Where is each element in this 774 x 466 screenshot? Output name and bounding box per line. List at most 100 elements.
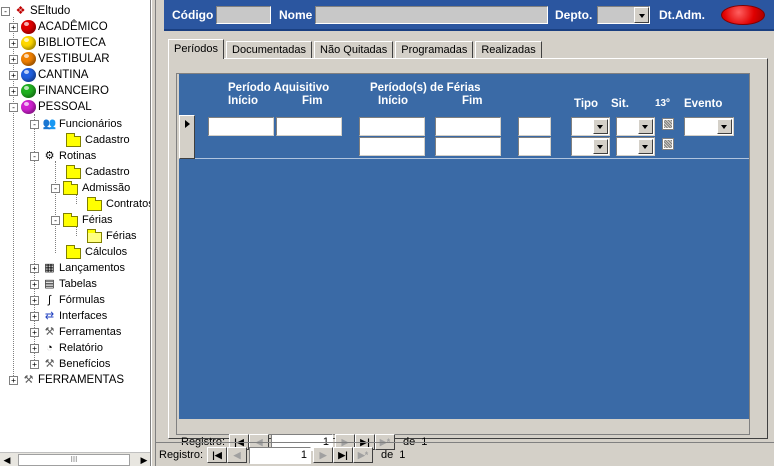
horizontal-scrollbar[interactable]: ◀ III ▶ bbox=[0, 452, 150, 466]
codigo-field[interactable] bbox=[216, 6, 271, 24]
tree-item-label: Benefícios bbox=[59, 358, 111, 370]
tree-item-label: ACADÊMICO bbox=[38, 21, 108, 33]
nome-field[interactable] bbox=[315, 6, 548, 24]
decimo-checkbox-2[interactable] bbox=[662, 138, 674, 150]
tab-programadas[interactable]: Programadas bbox=[395, 41, 474, 59]
scroll-track[interactable]: III bbox=[14, 453, 137, 466]
collapse-icon[interactable]: - bbox=[1, 6, 10, 16]
sit-combo-1[interactable] bbox=[616, 117, 655, 136]
tree-item-lancamentos[interactable]: + ▦ Lançamentos bbox=[30, 260, 125, 276]
tab-nao-quitadas[interactable]: Não Quitadas bbox=[314, 41, 394, 59]
record-selector[interactable] bbox=[179, 115, 195, 159]
report-icon: ◔ bbox=[46, 341, 53, 354]
expand-icon[interactable]: + bbox=[30, 295, 39, 305]
tree-item-label: VESTIBULAR bbox=[38, 53, 110, 65]
tree-item-label: FERRAMENTAS bbox=[38, 374, 125, 386]
tree-item-calculos[interactable]: Cálculos bbox=[66, 244, 127, 260]
header-periodo-aquisitivo: Período Aquisitivo bbox=[228, 82, 330, 94]
expand-icon[interactable]: + bbox=[9, 375, 18, 385]
tipo-combo-2[interactable] bbox=[571, 137, 610, 156]
employee-header: Código Nome Depto. Dt.Adm. bbox=[164, 0, 774, 31]
header-evento: Evento bbox=[684, 98, 723, 110]
tree-item-biblioteca[interactable]: + BIBLIOTECA bbox=[9, 35, 106, 51]
expand-icon[interactable]: + bbox=[9, 22, 18, 32]
current-record-field[interactable]: 1 bbox=[249, 446, 312, 464]
tree-item-admissao[interactable]: - Admissão bbox=[51, 180, 130, 196]
tree-item-vestibular[interactable]: + VESTIBULAR bbox=[9, 51, 110, 67]
scroll-thumb[interactable]: III bbox=[18, 453, 130, 466]
scroll-right-icon[interactable]: ▶ bbox=[137, 453, 150, 466]
tree-item-rotinas-cadastro[interactable]: Cadastro bbox=[66, 164, 130, 180]
navigation-tree[interactable]: - ❖ SEltudo + ACADÊMICO + BIBLIOTECA + V… bbox=[0, 0, 151, 466]
last-record-button[interactable]: ▶| bbox=[333, 447, 354, 463]
tree-item-ferias[interactable]: - Férias bbox=[51, 212, 113, 228]
chevron-down-icon[interactable] bbox=[634, 7, 649, 23]
expand-icon[interactable]: + bbox=[9, 38, 18, 48]
expand-icon[interactable]: + bbox=[30, 327, 39, 337]
tab-periodos[interactable]: Períodos bbox=[168, 39, 225, 59]
chevron-down-icon[interactable] bbox=[593, 119, 608, 134]
tree-item-academico[interactable]: + ACADÊMICO bbox=[9, 19, 108, 35]
collapse-icon[interactable]: - bbox=[30, 151, 39, 161]
tree-item-funcionarios-cadastro[interactable]: Cadastro bbox=[66, 132, 130, 148]
employees-icon: 👥 bbox=[42, 117, 57, 130]
next-record-button[interactable]: ▶ bbox=[313, 447, 334, 463]
dias-input-2[interactable] bbox=[518, 137, 551, 156]
decimo-checkbox-1[interactable] bbox=[662, 118, 674, 130]
first-record-button[interactable]: |◀ bbox=[207, 447, 228, 463]
depto-combo[interactable] bbox=[597, 6, 650, 24]
inicio-ferias-input-1[interactable] bbox=[359, 117, 425, 136]
tree-item-formulas[interactable]: + ∫ Fórmulas bbox=[30, 292, 105, 308]
prev-record-button[interactable]: ◀ bbox=[227, 447, 248, 463]
tree-root[interactable]: - ❖ SEltudo bbox=[1, 3, 70, 19]
tree-item-financeiro[interactable]: + FINANCEIRO bbox=[9, 83, 109, 99]
tree-item-funcionarios[interactable]: - 👥 Funcionários bbox=[30, 116, 122, 132]
evento-combo[interactable] bbox=[684, 117, 734, 136]
expand-icon[interactable]: + bbox=[30, 311, 39, 321]
chevron-down-icon[interactable] bbox=[638, 119, 653, 134]
of-label: de bbox=[381, 449, 394, 461]
tree-item-beneficios[interactable]: + ⚒ Benefícios bbox=[30, 356, 110, 372]
tree-item-pessoal[interactable]: - PESSOAL bbox=[9, 99, 92, 115]
benefits-icon: ⚒ bbox=[44, 357, 55, 370]
expand-icon[interactable]: + bbox=[30, 359, 39, 369]
fim-ferias-input-1[interactable] bbox=[435, 117, 501, 136]
tree-item-ferramentas[interactable]: + ⚒ Ferramentas bbox=[30, 324, 121, 340]
tree-item-rotinas[interactable]: - ⚙ Rotinas bbox=[30, 148, 96, 164]
chevron-down-icon[interactable] bbox=[638, 139, 653, 154]
tree-item-cantina[interactable]: + CANTINA bbox=[9, 67, 88, 83]
expand-icon[interactable]: + bbox=[9, 70, 18, 80]
fim-ferias-input-2[interactable] bbox=[435, 137, 501, 156]
dias-input-1[interactable] bbox=[518, 117, 551, 136]
collapse-icon[interactable]: - bbox=[51, 183, 60, 193]
scroll-left-icon[interactable]: ◀ bbox=[0, 453, 14, 466]
tree-item-ferramentas-root[interactable]: + ⚒ FERRAMENTAS bbox=[9, 372, 124, 388]
tree-item-interfaces[interactable]: + ⇄ Interfaces bbox=[30, 308, 107, 324]
collapse-icon[interactable]: - bbox=[51, 215, 60, 225]
tree-item-label: Cálculos bbox=[85, 246, 128, 258]
tab-documentadas[interactable]: Documentadas bbox=[226, 41, 313, 59]
tree-item-ferias-selected[interactable]: Férias bbox=[87, 228, 137, 244]
tab-realizadas[interactable]: Realizadas bbox=[475, 41, 542, 59]
collapse-icon[interactable]: - bbox=[30, 119, 39, 129]
inicio-ferias-input-2[interactable] bbox=[359, 137, 425, 156]
chevron-down-icon[interactable] bbox=[717, 119, 732, 134]
interfaces-icon: ⇄ bbox=[44, 309, 55, 322]
expand-icon[interactable]: + bbox=[30, 279, 39, 289]
tipo-combo-1[interactable] bbox=[571, 117, 610, 136]
expand-icon[interactable]: + bbox=[9, 54, 18, 64]
tree-item-relatorio[interactable]: + ◔ Relatório bbox=[30, 340, 103, 356]
tree-item-contratos[interactable]: Contratos bbox=[87, 196, 150, 212]
collapse-icon[interactable]: - bbox=[9, 102, 18, 112]
tree-item-tabelas[interactable]: + ▤ Tabelas bbox=[30, 276, 97, 292]
expand-icon[interactable]: + bbox=[9, 86, 18, 96]
yellow-ball-icon bbox=[21, 36, 36, 50]
folder-icon bbox=[66, 164, 81, 179]
fim-aquisitivo-input[interactable] bbox=[276, 117, 342, 136]
chevron-down-icon[interactable] bbox=[593, 139, 608, 154]
new-record-button[interactable]: ▶* bbox=[353, 447, 374, 463]
expand-icon[interactable]: + bbox=[30, 263, 39, 273]
expand-icon[interactable]: + bbox=[30, 343, 39, 353]
inicio-aquisitivo-input[interactable] bbox=[208, 117, 274, 136]
sit-combo-2[interactable] bbox=[616, 137, 655, 156]
